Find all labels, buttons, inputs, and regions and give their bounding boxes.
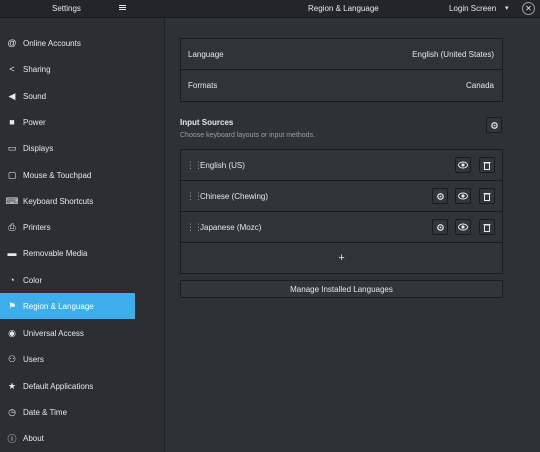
sidebar-item-label: Universal Access <box>23 328 84 338</box>
sidebar-item-default-applications[interactable]: ★ Default Applications <box>0 373 135 399</box>
language-card: Language English (United States) Formats… <box>180 38 503 102</box>
chevron-down-icon[interactable]: ▾ <box>505 4 509 12</box>
sidebar-item-label: Power <box>23 117 46 127</box>
sidebar-item-keyboard-shortcuts[interactable]: ⌨ Keyboard Shortcuts <box>0 188 135 214</box>
login-screen-button[interactable]: Login Screen <box>449 4 496 13</box>
source-settings-button[interactable] <box>432 219 448 235</box>
sidebar-item-sharing[interactable]: < Sharing <box>0 56 135 82</box>
eye-icon <box>458 192 468 200</box>
sidebar-item-label: Keyboard Shortcuts <box>23 196 94 206</box>
formats-row[interactable]: Formats Canada <box>181 70 502 101</box>
sidebar-item-displays[interactable]: ▭ Displays <box>0 135 135 161</box>
sidebar-item-power[interactable]: ■ Power <box>0 109 135 135</box>
color-icon: ◔ <box>9 275 15 285</box>
accessibility-icon: ◉ <box>8 327 16 338</box>
sidebar-item-label: Default Applications <box>23 381 94 391</box>
sidebar-item-color[interactable]: ◔ Color <box>0 267 135 293</box>
sidebar-item-label: Removable Media <box>23 248 88 258</box>
input-sources-subtitle: Choose keyboard layouts or input methods… <box>180 132 316 139</box>
preview-layout-button[interactable] <box>455 157 471 173</box>
gear-icon <box>436 223 444 231</box>
sidebar-item-mouse-touchpad[interactable]: ▢ Mouse & Touchpad <box>0 162 135 188</box>
sidebar-item-about[interactable]: ⓘ About <box>0 425 135 451</box>
menu-icon[interactable] <box>118 4 128 14</box>
trash-icon <box>483 192 491 201</box>
sidebar-item-label: Printers <box>23 222 51 232</box>
media-icon: ▬ <box>7 248 17 258</box>
header-bar: Settings Region & Language Login Screen … <box>0 0 540 18</box>
sidebar-item-label: About <box>23 433 44 443</box>
sidebar-item-region-language[interactable]: ⚑ Region & Language <box>0 293 135 319</box>
speaker-icon: ◀ <box>8 90 16 101</box>
sidebar-item-label: Region & Language <box>23 301 94 311</box>
remove-source-button[interactable] <box>479 188 495 204</box>
sidebar-item-label: Date & Time <box>23 407 68 417</box>
preview-layout-button[interactable] <box>455 188 471 204</box>
formats-value: Canada <box>465 81 494 90</box>
input-source-name: Japanese (Mozc) <box>200 223 262 232</box>
language-label: Language <box>188 50 224 59</box>
eye-icon <box>458 223 468 231</box>
input-source-name: Chinese (Chewing) <box>200 192 269 201</box>
input-source-row[interactable]: ⋮⋮ Japanese (Mozc) <box>181 212 502 243</box>
keyboard-icon: ⌨ <box>5 195 19 206</box>
remove-source-button[interactable] <box>479 157 495 173</box>
sidebar-item-online-accounts[interactable]: @ Online Accounts <box>0 30 135 56</box>
share-icon: < <box>9 64 15 74</box>
sidebar-item-label: Color <box>23 275 43 285</box>
main-panel: Language English (United States) Formats… <box>166 18 540 452</box>
close-icon[interactable]: ✕ <box>522 2 535 15</box>
sidebar-item-date-time[interactable]: ◷ Date & Time <box>0 399 135 425</box>
trash-icon <box>483 223 491 232</box>
language-row[interactable]: Language English (United States) <box>181 39 502 70</box>
manage-installed-languages-button[interactable]: Manage Installed Languages <box>180 280 503 298</box>
sidebar-item-label: Online Accounts <box>23 38 81 48</box>
plus-icon: + <box>338 252 345 264</box>
input-sources-title: Input Sources <box>180 118 234 127</box>
sidebar-item-sound[interactable]: ◀ Sound <box>0 83 135 109</box>
input-sources-list: ⋮⋮ English (US) ⋮⋮ Chinese (Chewing) ⋮⋮ <box>180 149 503 274</box>
sidebar-item-label: Sharing <box>23 64 51 74</box>
formats-label: Formats <box>188 81 218 90</box>
clock-icon: ◷ <box>8 406 16 417</box>
app-title: Settings <box>52 4 81 13</box>
language-value: English (United States) <box>412 50 494 59</box>
preview-layout-button[interactable] <box>455 219 471 235</box>
sidebar-item-universal-access[interactable]: ◉ Universal Access <box>0 320 135 346</box>
source-settings-button[interactable] <box>432 188 448 204</box>
sidebar-item-label: Users <box>23 354 44 364</box>
at-icon: @ <box>7 38 17 48</box>
info-icon: ⓘ <box>7 433 17 444</box>
add-input-source-button[interactable]: + <box>181 243 502 273</box>
remove-source-button[interactable] <box>479 219 495 235</box>
mouse-icon: ▢ <box>7 169 17 180</box>
sidebar-item-users[interactable]: ⚇ Users <box>0 346 135 372</box>
flag-icon: ⚑ <box>7 300 17 311</box>
input-source-row[interactable]: ⋮⋮ English (US) <box>181 150 502 181</box>
trash-icon <box>483 161 491 170</box>
page-title: Region & Language <box>308 4 379 13</box>
sidebar-item-label: Sound <box>23 91 47 101</box>
star-icon: ★ <box>7 380 17 391</box>
sidebar-item-printers[interactable]: ⎙ Printers <box>0 214 135 240</box>
gear-icon <box>490 121 498 129</box>
gear-icon <box>436 192 444 200</box>
display-icon: ▭ <box>7 142 17 153</box>
sidebar: @ Online Accounts < Sharing ◀ Sound ■ Po… <box>0 18 165 452</box>
sidebar-item-removable-media[interactable]: ▬ Removable Media <box>0 240 135 266</box>
eye-icon <box>458 161 468 169</box>
printer-icon: ⎙ <box>8 221 16 232</box>
users-icon: ⚇ <box>7 353 17 364</box>
power-icon: ■ <box>9 117 15 127</box>
sidebar-item-label: Displays <box>23 143 54 153</box>
input-sources-options-button[interactable] <box>486 117 502 133</box>
input-source-row[interactable]: ⋮⋮ Chinese (Chewing) <box>181 181 502 212</box>
sidebar-item-label: Mouse & Touchpad <box>23 170 92 180</box>
input-source-name: English (US) <box>200 161 245 170</box>
